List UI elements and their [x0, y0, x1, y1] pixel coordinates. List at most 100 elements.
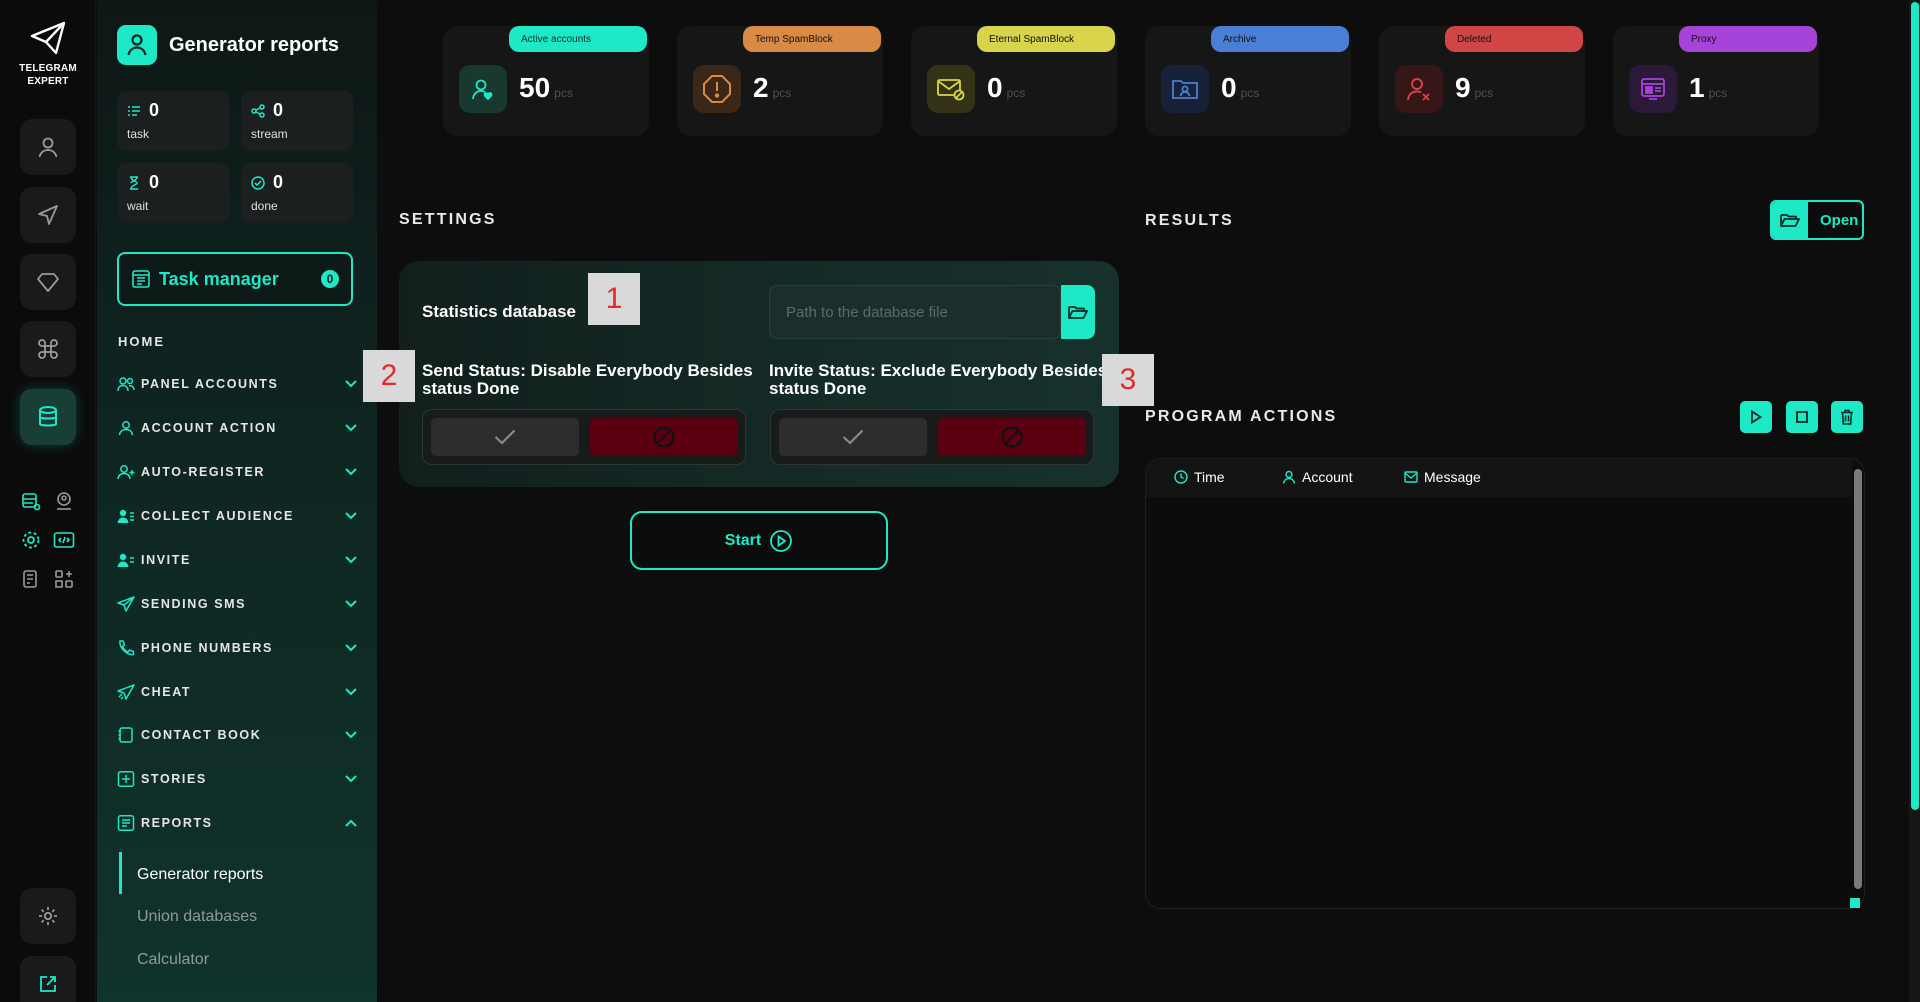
nav-label: INVITE [141, 553, 191, 567]
play-icon [1751, 410, 1762, 424]
send-icon [38, 205, 58, 225]
send-status-line1: Send Status: Disable Everybody Besides [422, 361, 753, 380]
rail-premium-button[interactable] [20, 254, 76, 310]
card-temp-spamblock[interactable]: Temp SpamBlock 2 pcs [677, 26, 883, 136]
card-unit: pcs [772, 86, 792, 100]
card-tag: Proxy [1679, 26, 1817, 52]
sub-item-generator-reports[interactable]: Generator reports [137, 866, 263, 884]
trash-icon [1841, 409, 1853, 425]
card-unit: pcs [1708, 86, 1728, 100]
stop-actions-button[interactable] [1786, 401, 1818, 433]
nav-sending-sms[interactable]: SENDING SMS [117, 593, 357, 615]
check-circle-icon [251, 175, 265, 190]
page-scrollbar-thumb[interactable] [1911, 2, 1919, 810]
stat-value: 0 [273, 172, 284, 192]
rail-mini-notes-button[interactable] [19, 567, 43, 591]
stat-task: 0 task [117, 91, 229, 151]
code-window-icon [53, 532, 75, 548]
chevron-down-icon [345, 424, 357, 432]
invite-status-enable-button[interactable] [779, 418, 927, 456]
resize-handle[interactable] [1850, 898, 1860, 908]
rail-settings-button[interactable] [20, 888, 76, 944]
column-label: Message [1424, 469, 1481, 485]
chevron-down-icon [345, 468, 357, 476]
sidebar: Generator reports 0 task 0 stream 0 wait… [97, 0, 377, 1002]
database-icon [39, 406, 57, 427]
play-actions-button[interactable] [1740, 401, 1772, 433]
log-scrollbar[interactable] [1854, 469, 1862, 889]
nav-account-action[interactable]: ACCOUNT ACTION [117, 417, 357, 439]
card-number: 1 [1689, 72, 1705, 103]
stat-label: stream [251, 127, 288, 141]
app-logo[interactable]: TELEGRAM EXPERT [0, 20, 96, 88]
column-time[interactable]: Time [1174, 469, 1225, 485]
book-icon [118, 727, 133, 743]
check-icon [842, 429, 864, 445]
rail-mini-apps-button[interactable] [52, 567, 76, 591]
card-active-accounts[interactable]: Active accounts 50 pcs [443, 26, 649, 136]
open-results-button[interactable]: Open [1770, 200, 1864, 240]
database-path-input[interactable] [769, 285, 1061, 339]
card-number: 0 [987, 72, 1003, 103]
nav-label: CONTACT BOOK [141, 728, 262, 742]
user-icon [1282, 470, 1296, 484]
user-x-icon [1395, 65, 1443, 113]
external-link-icon [40, 976, 56, 992]
nav-label: PANEL ACCOUNTS [141, 377, 279, 391]
nav-panel-accounts[interactable]: PANEL ACCOUNTS [117, 373, 357, 395]
nav-home[interactable]: HOME [118, 334, 165, 349]
card-deleted[interactable]: Deleted 9 pcs [1379, 26, 1585, 136]
nav-label: AUTO-REGISTER [141, 465, 266, 479]
task-manager-button[interactable]: Task manager 0 [117, 252, 353, 306]
send-icon [117, 596, 135, 612]
browse-database-button[interactable] [1061, 285, 1095, 339]
rail-mini-location-button[interactable] [52, 489, 76, 513]
card-value: 0 pcs [1221, 72, 1259, 104]
chevron-down-icon [345, 600, 357, 608]
annotation-marker-3: 3 [1102, 354, 1154, 406]
rail-mini-code-button[interactable] [52, 528, 76, 552]
clear-actions-button[interactable] [1831, 401, 1863, 433]
send-status-enable-button[interactable] [431, 418, 579, 456]
nav-auto-register[interactable]: AUTO-REGISTER [117, 461, 357, 483]
invite-status-toggle [770, 409, 1094, 465]
rail-send-button[interactable] [20, 187, 76, 243]
card-value: 1 pcs [1689, 72, 1727, 104]
sub-item-union-databases[interactable]: Union databases [137, 908, 257, 926]
card-value: 50 pcs [519, 72, 573, 104]
rail-database-button[interactable] [20, 389, 76, 445]
column-message[interactable]: Message [1404, 469, 1481, 485]
user-icon [38, 137, 58, 158]
nav-collect-audience[interactable]: COLLECT AUDIENCE [117, 505, 357, 527]
nav-phone-numbers[interactable]: PHONE NUMBERS [117, 637, 357, 659]
rail-mini-table-button[interactable] [19, 489, 43, 513]
nav-reports[interactable]: REPORTS [117, 812, 357, 834]
rail-mini-settings-button[interactable] [19, 528, 43, 552]
card-eternal-spamblock[interactable]: Eternal SpamBlock 0 pcs [911, 26, 1117, 136]
rail-accounts-button[interactable] [20, 119, 76, 175]
notes-icon [23, 570, 37, 588]
nav-stories[interactable]: STORIES [117, 768, 357, 790]
user-plus-icon [117, 465, 135, 480]
rail-command-button[interactable] [20, 321, 76, 377]
nav-contact-book[interactable]: CONTACT BOOK [117, 724, 357, 746]
start-button[interactable]: Start [630, 511, 888, 570]
paper-plane-logo-icon [30, 21, 66, 55]
send-status-disable-button[interactable] [590, 418, 738, 456]
column-account[interactable]: Account [1282, 469, 1353, 485]
card-proxy[interactable]: Proxy 1 pcs [1613, 26, 1819, 136]
nav-invite[interactable]: INVITE [117, 549, 357, 571]
diamond-icon [37, 273, 59, 292]
sub-item-calculator[interactable]: Calculator [137, 951, 209, 969]
rail-external-button[interactable] [20, 956, 76, 1002]
stat-label: done [251, 199, 278, 213]
card-archive[interactable]: Archive 0 pcs [1145, 26, 1351, 136]
card-number: 2 [753, 72, 769, 103]
chevron-down-icon [345, 731, 357, 739]
program-actions-title: PROGRAM ACTIONS [1145, 408, 1338, 425]
invite-status-disable-button[interactable] [938, 418, 1086, 456]
send-status-toggle [422, 409, 746, 465]
sidebar-header: Generator reports [117, 25, 339, 65]
actions-log[interactable]: Time Account Message [1145, 458, 1865, 909]
nav-cheat[interactable]: CHEAT [117, 681, 357, 703]
